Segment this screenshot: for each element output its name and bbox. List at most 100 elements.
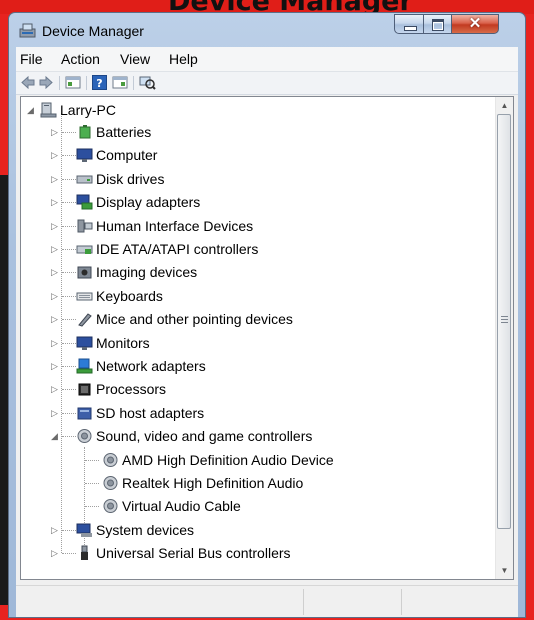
speaker-icon xyxy=(103,499,118,514)
expand-icon[interactable]: ▷ xyxy=(51,197,60,208)
tree-guide-line xyxy=(62,295,76,297)
expand-icon[interactable]: ▷ xyxy=(51,548,60,559)
minimize-button[interactable] xyxy=(394,14,424,34)
display-adapter-icon xyxy=(76,194,93,210)
maximize-button[interactable] xyxy=(423,14,452,34)
disk-drive-icon xyxy=(76,175,93,184)
expand-icon[interactable]: ▷ xyxy=(51,220,60,231)
device-label: AMD High Definition Audio Device xyxy=(122,451,334,468)
sd-host-icon xyxy=(77,407,92,420)
device-tree[interactable]: ◢ Larry-PC ▷ Batteries ▷ Computer ▷ Disk driv… xyxy=(20,96,514,580)
menu-help[interactable]: Help xyxy=(169,51,198,67)
tree-guide-line xyxy=(62,178,76,180)
collapse-icon[interactable]: ◢ xyxy=(27,105,36,115)
tree-guide-line xyxy=(62,366,76,367)
close-icon: ✕ xyxy=(468,15,482,32)
expand-icon[interactable]: ▷ xyxy=(51,290,60,301)
tree-guide-line xyxy=(85,483,99,484)
help-icon[interactable]: ? xyxy=(92,75,107,90)
expand-icon[interactable]: ▷ xyxy=(51,267,60,278)
category-label: Keyboards xyxy=(96,287,163,304)
back-icon[interactable] xyxy=(20,75,36,90)
category-label: System devices xyxy=(96,521,195,538)
tree-guide-line xyxy=(62,529,76,531)
category-label: Display adapters xyxy=(96,194,201,211)
category-label: Network adapters xyxy=(96,358,206,374)
network-adapter-icon xyxy=(76,358,93,374)
expand-icon[interactable]: ▷ xyxy=(51,173,60,184)
keyboard-icon xyxy=(76,292,93,301)
toolbar: ? xyxy=(16,72,518,95)
category-label: SD host adapters xyxy=(96,404,205,421)
device-label: Realtek High Definition Audio xyxy=(122,475,304,491)
tree-guide-line xyxy=(62,272,76,274)
expand-icon[interactable]: ▷ xyxy=(51,407,60,418)
expand-icon[interactable]: ▷ xyxy=(51,337,60,348)
category-label: Mice and other pointing devices xyxy=(96,311,293,328)
close-button[interactable]: ✕ xyxy=(451,14,499,34)
category-label: Disk drives xyxy=(96,170,165,187)
tree-guide-line xyxy=(62,553,76,555)
toolbar-separator xyxy=(86,76,87,90)
tree-guide-line xyxy=(85,506,99,508)
scroll-up-arrow-icon[interactable]: ▲ xyxy=(496,97,513,114)
toolbar-separator xyxy=(133,76,134,90)
mouse-icon xyxy=(78,313,92,327)
menu-bar: File Action View Help xyxy=(16,47,518,72)
monitor-icon xyxy=(76,148,93,163)
category-label: Processors xyxy=(96,381,167,398)
status-pane xyxy=(401,589,402,615)
menu-action[interactable]: Action xyxy=(61,51,100,67)
tree-guide-line xyxy=(62,202,76,204)
tree-guide-line xyxy=(62,389,76,391)
hid-icon xyxy=(77,219,93,233)
vertical-scrollbar[interactable]: ▲ ▼ xyxy=(495,97,513,579)
properties-icon[interactable] xyxy=(112,75,128,90)
expand-icon[interactable]: ▷ xyxy=(51,384,60,395)
battery-icon xyxy=(79,125,91,139)
ide-controller-icon xyxy=(76,245,93,254)
expand-icon[interactable]: ▷ xyxy=(51,524,60,535)
expand-icon[interactable]: ▷ xyxy=(51,314,60,325)
collapse-icon[interactable]: ◢ xyxy=(51,431,60,442)
expand-icon[interactable]: ▷ xyxy=(51,127,60,137)
menu-file[interactable]: File xyxy=(20,51,43,67)
processor-icon xyxy=(78,383,91,396)
show-hide-console-tree-icon[interactable] xyxy=(65,75,81,90)
status-bar xyxy=(16,585,518,617)
device-manager-icon xyxy=(19,23,36,38)
title-bar[interactable]: Device Manager ✕ xyxy=(9,13,525,47)
tree-guide-line xyxy=(62,225,76,227)
speaker-icon xyxy=(103,452,118,467)
expand-icon[interactable]: ▷ xyxy=(51,361,60,371)
tree-guide-line xyxy=(85,459,99,461)
root-label: Larry-PC xyxy=(60,102,117,118)
window-title: Device Manager xyxy=(42,23,144,39)
forward-icon[interactable] xyxy=(38,75,54,90)
category-label: Universal Serial Bus controllers xyxy=(96,545,291,562)
category-label: Imaging devices xyxy=(96,264,198,281)
device-manager-window: Device Manager ✕ File Action View Help ? xyxy=(8,12,526,618)
category-label: Human Interface Devices xyxy=(96,217,254,234)
category-label: Batteries xyxy=(96,124,152,140)
category-label: IDE ATA/ATAPI controllers xyxy=(96,241,259,257)
category-label: Sound, video and game controllers xyxy=(96,428,313,445)
toolbar-separator xyxy=(59,76,60,90)
expand-icon[interactable]: ▷ xyxy=(51,150,60,161)
client-area: File Action View Help ? ◢ Larry-PC ▷ Bat… xyxy=(16,47,518,617)
scroll-down-arrow-icon[interactable]: ▼ xyxy=(496,562,513,579)
expand-icon[interactable]: ▷ xyxy=(51,244,60,254)
tree-guide-line xyxy=(62,155,76,157)
scan-hardware-changes-icon[interactable] xyxy=(139,75,156,90)
speaker-icon xyxy=(77,429,92,444)
computer-icon xyxy=(40,102,57,118)
tree-guide-line xyxy=(62,319,76,321)
system-devices-icon xyxy=(76,523,92,537)
tree-guide-line xyxy=(62,436,76,438)
left-edge-shadow xyxy=(0,175,8,605)
tree-guide-line xyxy=(62,342,76,344)
scroll-thumb[interactable] xyxy=(497,114,511,529)
usb-icon xyxy=(81,545,88,561)
menu-view[interactable]: View xyxy=(120,51,150,67)
category-label: Computer xyxy=(96,147,158,164)
